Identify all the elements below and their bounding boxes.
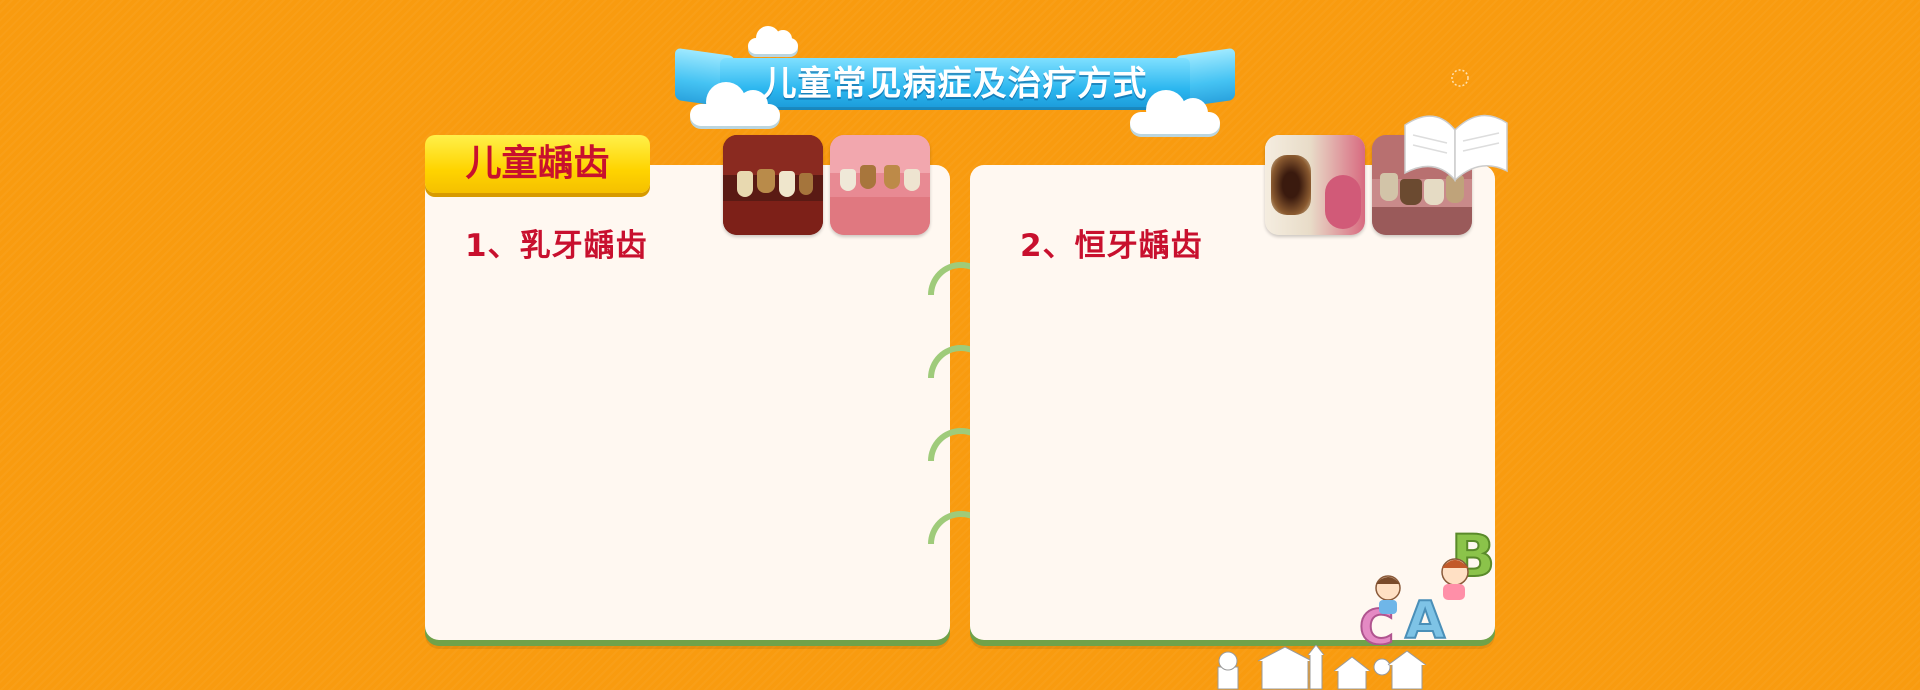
- tooth-photo: [830, 135, 930, 235]
- open-book-icon: [1404, 114, 1508, 183]
- page-title: 儿童常见病症及治疗方式: [762, 64, 1148, 104]
- sparkle-icon: [1451, 69, 1469, 87]
- svg-text:A: A: [1405, 591, 1445, 645]
- section-tab: 儿童龋齿: [425, 135, 650, 193]
- cloud-icon: [1130, 90, 1220, 134]
- right-panel-heading: 2、恒牙龋齿: [1020, 228, 1203, 264]
- kids-abc-decoration: B A C: [1358, 521, 1496, 645]
- cloud-icon: [748, 26, 798, 54]
- town-sketch-decoration: [1217, 645, 1427, 690]
- tooth-photo: [723, 135, 823, 235]
- section-tab-label: 儿童龋齿: [465, 143, 610, 184]
- tooth-photo: [1265, 135, 1365, 235]
- left-panel-heading: 1、乳牙龋齿: [465, 228, 648, 264]
- cloud-icon: [690, 82, 780, 126]
